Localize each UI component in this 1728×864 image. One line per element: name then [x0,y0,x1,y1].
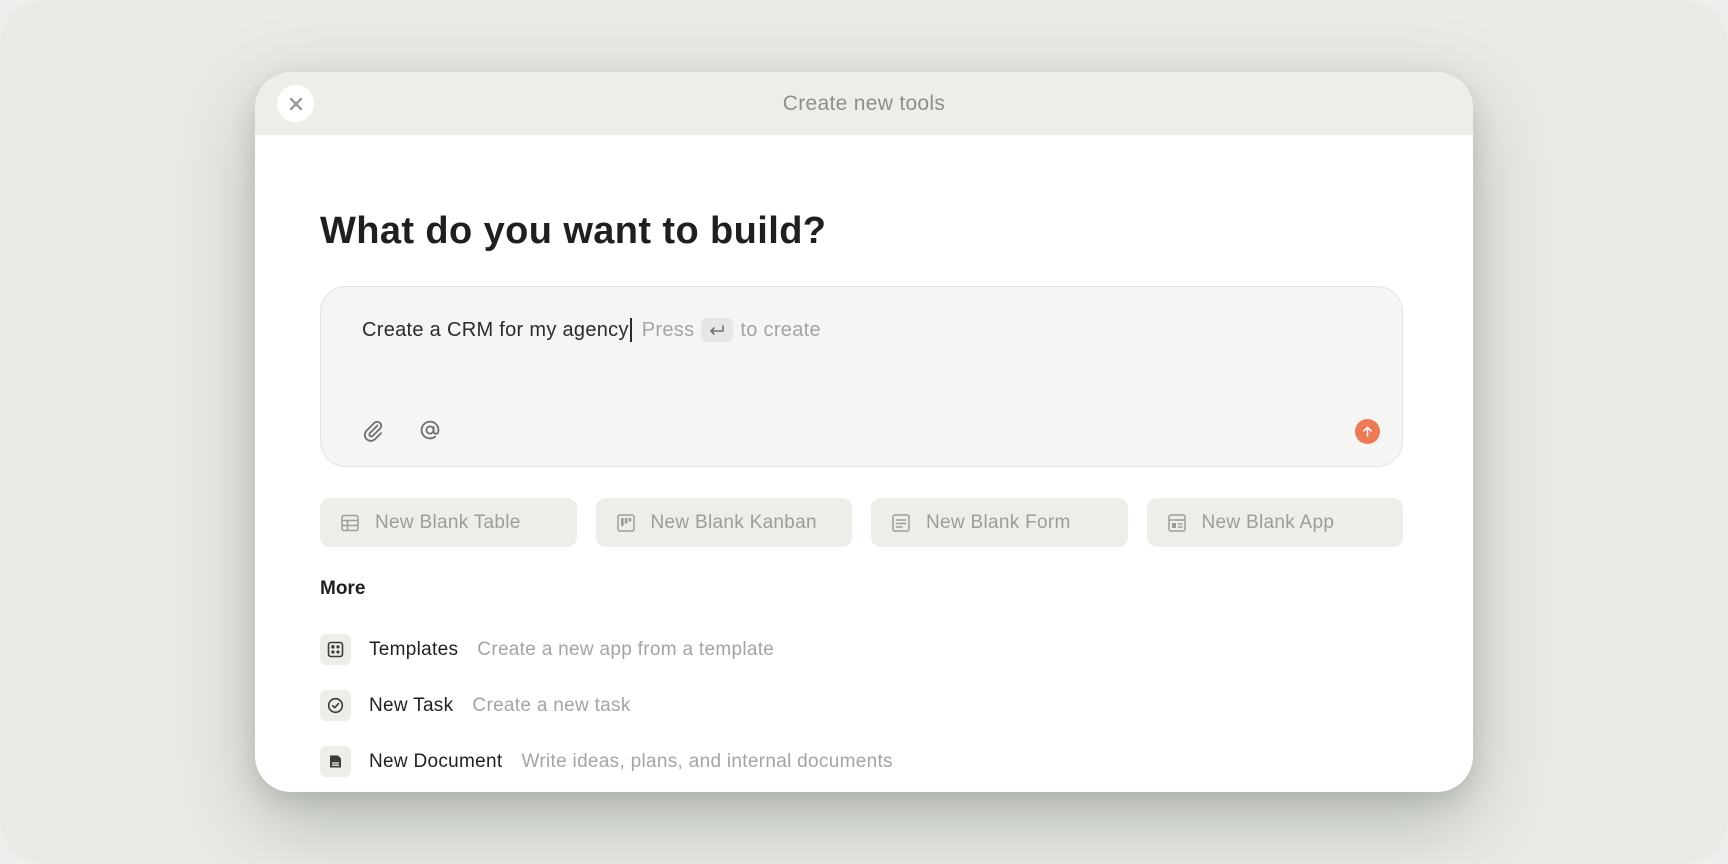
dialog-title: Create new tools [782,91,946,115]
attach-button[interactable] [358,415,388,445]
create-tools-dialog: Create new tools What do you want to bui… [255,72,1473,792]
more-item-title: New Document [369,750,503,772]
more-list: Templates Create a new app from a templa… [320,634,893,792]
quick-action-label: New Blank Form [926,511,1071,533]
prompt-line: Create a CRM for my agency Press to crea… [362,315,821,345]
text-caret [629,318,632,342]
document-icon [320,746,351,777]
templates-icon [320,634,351,665]
prompt-input[interactable]: Create a CRM for my agency Press to crea… [320,286,1403,467]
more-item-description: Write ideas, plans, and internal documen… [521,750,893,772]
new-blank-app-button[interactable]: New Blank App [1146,498,1403,547]
send-button[interactable] [1355,419,1380,444]
new-task-item[interactable]: New Task Create a new task [320,690,893,721]
more-item-description: Create a new app from a template [477,638,775,660]
new-blank-form-button[interactable]: New Blank Form [871,498,1128,547]
templates-item[interactable]: Templates Create a new app from a templa… [320,634,893,665]
enter-key-badge [701,318,734,342]
close-button[interactable] [277,85,314,122]
quick-actions: New Blank Table New Blank Kanban New Bla… [320,498,1403,547]
more-section-heading: More [320,578,366,599]
page-title: What do you want to build? [320,210,827,252]
prompt-hint-suffix: to create [740,318,821,341]
new-document-item[interactable]: New Document Write ideas, plans, and int… [320,746,893,777]
quick-action-label: New Blank Kanban [650,511,817,533]
check-circle-icon [320,690,351,721]
kanban-icon [616,513,636,533]
more-item-title: New Task [369,694,454,716]
more-item-title: Templates [369,638,459,660]
new-blank-table-button[interactable]: New Blank Table [320,498,577,547]
paperclip-icon [364,420,383,442]
table-icon [340,513,360,533]
quick-action-label: New Blank Table [375,511,521,533]
dialog-header: Create new tools [255,72,1473,135]
new-blank-kanban-button[interactable]: New Blank Kanban [595,498,852,547]
form-icon [891,513,911,533]
prompt-value[interactable]: Create a CRM for my agency [362,319,629,342]
prompt-hint-prefix: Press [641,318,695,341]
app-icon [1167,513,1187,533]
close-icon [289,97,302,110]
quick-action-label: New Blank App [1201,511,1335,533]
more-item-description: Create a new task [472,694,631,716]
enter-icon [710,325,725,335]
at-sign-icon [420,420,440,440]
arrow-up-icon [1363,426,1372,437]
mention-button[interactable] [415,415,445,445]
